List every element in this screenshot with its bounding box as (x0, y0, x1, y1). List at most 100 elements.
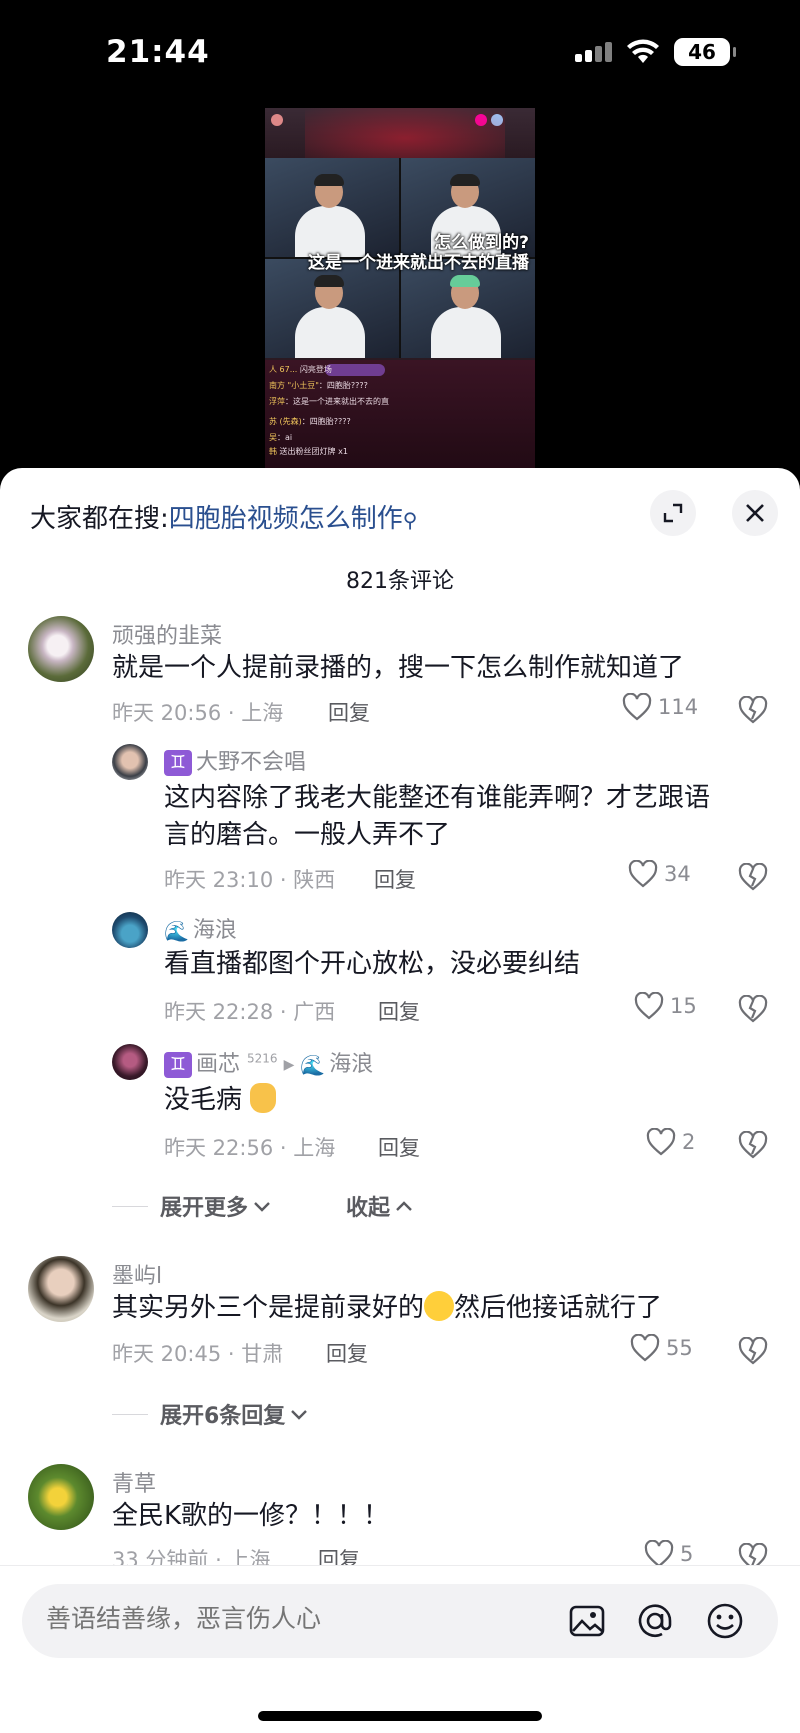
entry-badge (325, 364, 385, 376)
like-count: 34 (664, 862, 691, 886)
video-preview[interactable]: 怎么做到的? 这是一个进来就出不去的直播 人 67... 闪亮登场 南方 "小土… (265, 108, 535, 468)
heart-icon (634, 992, 664, 1020)
reply-username[interactable]: ♊ 大野不会唱 (164, 744, 306, 776)
reply-text-line1: 这内容除了我老大能整还有谁能弄啊？才艺跟语 (164, 783, 711, 813)
video-caption-2: 这是一个进来就出不去的直播 (308, 253, 529, 273)
like-count: 114 (658, 695, 699, 719)
laughing-emoji-icon (424, 1291, 455, 1321)
wave-icon: 🌊 (300, 1053, 326, 1077)
avatar[interactable] (112, 1044, 148, 1080)
mention-icon[interactable] (634, 1600, 676, 1642)
chat-line: 浮萍：这是一个进来就出不去的直 (269, 397, 389, 406)
cellular-signal-icon (575, 42, 612, 62)
expand-replies-button[interactable]: 展开6条回复 (112, 1398, 309, 1430)
heart-icon (628, 860, 658, 888)
comment-count: 821条评论 (346, 569, 454, 594)
comment-username[interactable]: 青草 (112, 1466, 156, 1498)
heart-icon (622, 693, 652, 721)
collapse-button[interactable]: 收起 (346, 1190, 414, 1222)
comment-text: 其实另外三个是提前录好的 然后他接话就行了 (112, 1291, 663, 1323)
expand-more-button[interactable]: 展开更多 (112, 1190, 272, 1222)
divider (112, 1205, 148, 1207)
reply-username[interactable]: 🌊 海浪 (164, 912, 237, 944)
reply-button[interactable]: 回复 (378, 996, 420, 1026)
user-level: 5216 (247, 1051, 278, 1066)
chat-line: 吴：ai (269, 433, 293, 442)
chat-line: 苏 (先森)：四胞胎???? (269, 417, 351, 426)
chevron-down-icon (254, 1202, 270, 1212)
comment-meta: 昨天 20:56 · 上海 (112, 701, 284, 725)
reply-username[interactable]: ♊ 画芯 5216 ▶ 🌊 海浪 (164, 1046, 373, 1078)
chevron-down-icon (291, 1410, 308, 1420)
avatar[interactable] (28, 616, 94, 682)
trending-search-prefix: 大家都在搜: (30, 504, 169, 534)
reply-text: 看直播都图个开心放松，没必要纠结 (164, 949, 581, 979)
chat-line: 南方 "小土豆"：四胞胎???? (269, 381, 368, 390)
reply-arrow-icon: ▶ (283, 1057, 295, 1073)
comment-text: 就是一个人提前录播的，搜一下怎么制作就知道了 (112, 653, 685, 683)
heart-icon (646, 1128, 676, 1156)
comment-sheet: 大家都在搜:四胞胎视频怎么制作⚲ 821条评论 顽强的韭菜 就是一个人提前录播的… (0, 468, 800, 1733)
close-icon (746, 504, 764, 522)
image-icon[interactable] (566, 1600, 608, 1642)
comment-meta: 昨天 20:45 · 甘肃 (112, 1342, 284, 1366)
like-button[interactable]: 5 (644, 1540, 693, 1568)
reply-button[interactable]: 回复 (328, 697, 370, 727)
reply-to-username[interactable]: 海浪 (329, 1052, 373, 1077)
dislike-icon[interactable] (738, 1337, 768, 1365)
reply-button[interactable]: 回复 (326, 1338, 368, 1368)
dislike-icon[interactable] (738, 696, 768, 724)
finger-heart-emoji-icon (250, 1083, 277, 1113)
avatar[interactable] (112, 744, 148, 780)
comment-input[interactable] (46, 1604, 486, 1633)
gemini-badge-icon: ♊ (164, 750, 192, 776)
comment-text: 全民K歌的一修？！！！ (112, 1501, 390, 1531)
reply-button[interactable]: 回复 (378, 1132, 420, 1162)
expand-button[interactable] (650, 490, 696, 536)
comment-input-pill[interactable] (22, 1584, 778, 1658)
like-count: 55 (666, 1336, 693, 1360)
avatar[interactable] (112, 912, 148, 948)
avatar[interactable] (28, 1464, 94, 1530)
reply-meta: 昨天 22:28 · 广西 (164, 1000, 336, 1024)
like-button[interactable]: 2 (646, 1128, 695, 1156)
like-button[interactable]: 15 (634, 992, 697, 1020)
dislike-icon[interactable] (738, 995, 768, 1023)
chat-line: 韩 送出粉丝团灯牌 x1 (269, 447, 348, 456)
wifi-icon (627, 39, 659, 63)
heart-icon (630, 1334, 660, 1362)
emoji-icon[interactable] (704, 1600, 746, 1642)
chevron-up-icon (396, 1201, 412, 1211)
reply-meta: 昨天 23:10 · 陕西 (164, 868, 336, 892)
like-count: 2 (682, 1130, 696, 1154)
avatar[interactable] (28, 1256, 94, 1322)
home-indicator (258, 1711, 542, 1721)
comment-username[interactable]: 墨屿l (112, 1258, 162, 1290)
dislike-icon[interactable] (738, 863, 768, 891)
battery-icon: 46 (674, 38, 736, 66)
reply-meta: 昨天 22:56 · 上海 (164, 1136, 336, 1160)
comment-input-area (0, 1565, 800, 1733)
chat-line: 人 67... 闪亮登场 (269, 365, 332, 374)
reply-text-line2: 言的磨合。一般人弄不了 (164, 820, 451, 850)
dislike-icon[interactable] (738, 1131, 768, 1159)
status-time: 21:44 (106, 34, 210, 70)
expand-icon (663, 503, 683, 523)
search-icon: ⚲ (402, 508, 418, 532)
trending-search-link[interactable]: 四胞胎视频怎么制作 (169, 504, 403, 534)
gemini-badge-icon: ♊ (164, 1052, 192, 1078)
trending-search[interactable]: 大家都在搜:四胞胎视频怎么制作⚲ (30, 498, 417, 535)
like-button[interactable]: 34 (628, 860, 691, 888)
video-cell (401, 259, 535, 358)
video-cell (265, 259, 399, 358)
divider (112, 1413, 148, 1415)
heart-icon (644, 1540, 674, 1568)
like-count: 15 (670, 994, 697, 1018)
close-button[interactable] (732, 490, 778, 536)
wave-icon: 🌊 (164, 919, 189, 943)
reply-button[interactable]: 回复 (374, 864, 416, 894)
like-count: 5 (680, 1542, 694, 1566)
like-button[interactable]: 55 (630, 1334, 693, 1362)
comment-username[interactable]: 顽强的韭菜 (112, 618, 222, 650)
like-button[interactable]: 114 (622, 693, 698, 721)
